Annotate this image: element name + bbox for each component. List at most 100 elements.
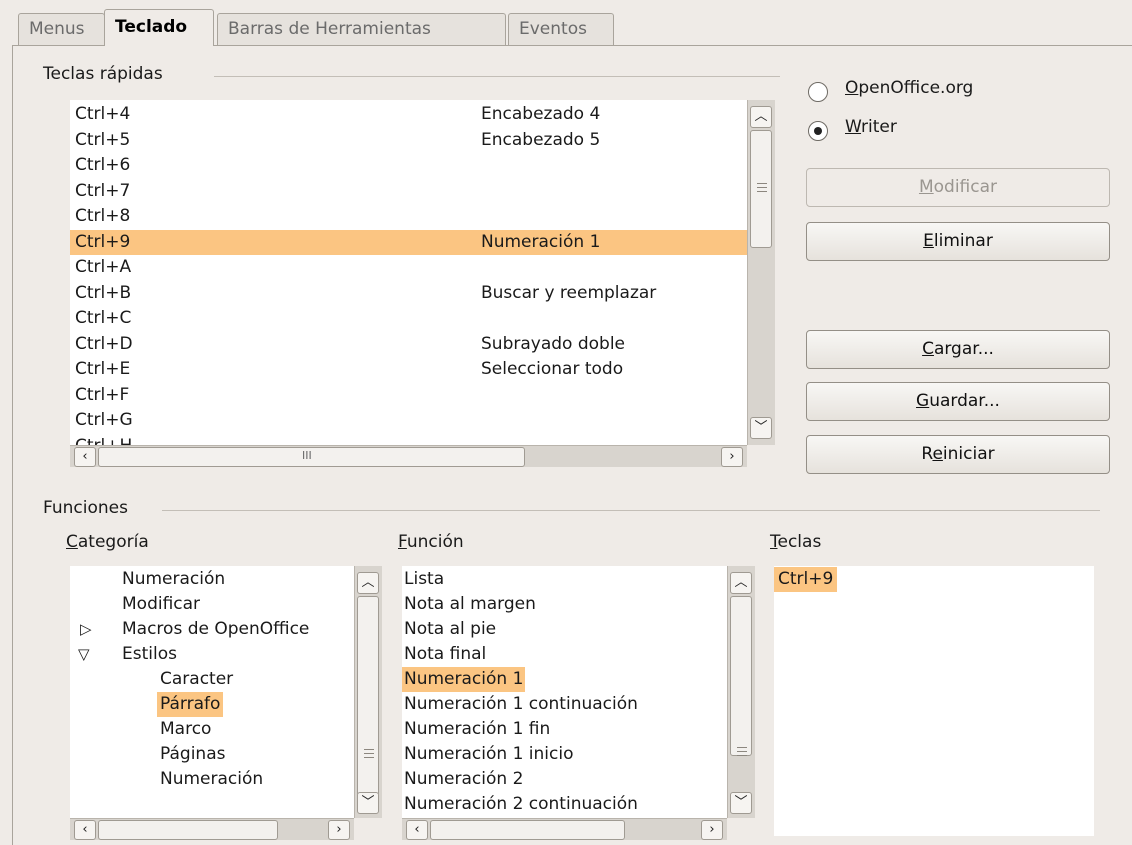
scroll-right-button[interactable]: › [328,820,350,840]
openoffice-radio[interactable] [808,82,828,102]
openoffice-radio-label[interactable]: OpenOffice.org [845,78,973,98]
separator [214,76,780,77]
function-name: Numeración 1 inicio [404,744,574,764]
shortcut-row[interactable]: Ctrl+E Seleccionar todo [70,357,775,382]
function-list-item[interactable]: Lista [402,567,727,592]
scroll-right-button[interactable]: › [721,447,743,467]
collapse-arrow-icon[interactable]: ▽ [78,642,90,667]
shortcut-row[interactable]: Ctrl+A [70,255,775,280]
function-list-item[interactable]: Numeración 1 continuación [402,692,727,717]
tree-item[interactable]: Numeración [70,767,354,792]
scroll-down-button[interactable]: ﹀ [357,792,379,814]
writer-radio-label[interactable]: Writer [845,117,897,137]
function-list-item[interactable]: Numeración 2 continuación [402,792,727,817]
scroll-left-button[interactable]: ‹ [74,820,96,840]
hscroll-thumb[interactable]: III [98,447,525,467]
scroll-thumb[interactable] [357,596,379,796]
function-list-item[interactable]: Nota al margen [402,592,727,617]
shortcut-key: Ctrl+B [75,282,132,303]
shortcut-key: Ctrl+F [75,384,130,405]
hscroll-thumb[interactable] [430,820,625,840]
tree-item[interactable]: Numeración [70,567,354,592]
hscroll-thumb[interactable] [98,820,278,840]
tab-barras-de-herramientas[interactable]: Barras de Herramientas [217,13,506,45]
function-vscrollbar[interactable]: ︿ ﹀ [727,566,755,818]
functions-label: Funciones [43,498,128,518]
keys-label: Teclas [770,532,822,552]
tree-item[interactable]: Páginas [70,742,354,767]
shortcut-row[interactable]: Ctrl+H [70,434,775,446]
guardar-button[interactable]: Guardar... [806,382,1110,421]
tree-item[interactable]: Párrafo [70,692,354,717]
scroll-left-button[interactable]: ‹ [406,820,428,840]
function-name: Nota al margen [404,594,536,614]
scroll-down-button[interactable]: ﹀ [750,417,772,439]
shortcut-row[interactable]: Ctrl+8 [70,204,775,229]
tree-item[interactable]: Marco [70,717,354,742]
shortcut-key: Ctrl+H [75,434,132,446]
scroll-up-button[interactable]: ︿ [357,572,379,594]
shortcut-list-vscrollbar[interactable]: ︿ ﹀ [747,100,775,445]
function-list-item[interactable]: Numeración 1 fin [402,717,727,742]
function-list-item[interactable]: Numeración 1 [402,667,727,692]
shortcut-function: Numeración 1 [481,231,601,252]
reiniciar-button[interactable]: Reiniciar [806,435,1110,474]
function-list-item[interactable]: Nota al pie [402,617,727,642]
writer-radio[interactable] [808,121,828,141]
function-list-item[interactable]: Nota final [402,642,727,667]
scroll-up-button[interactable]: ︿ [750,106,772,128]
category-tree[interactable]: Numeración Modificar ▷ Macros de OpenOffi… [70,566,354,818]
scroll-left-button[interactable]: ‹ [74,447,96,467]
category-vscrollbar[interactable]: ︿ ﹀ [354,566,382,818]
shortcut-row[interactable]: Ctrl+B Buscar y reemplazar [70,281,775,306]
shortcut-row[interactable]: Ctrl+7 [70,179,775,204]
function-name: Numeración 1 fin [404,719,551,739]
shortcut-keys-list[interactable]: Ctrl+4 Encabezado 4 Ctrl+5 Encabezado 5 Ctrl… [70,100,775,445]
list-item[interactable]: Ctrl+9 [774,567,1094,592]
function-name: Numeración 1 continuación [404,694,638,714]
shortcut-row[interactable]: Ctrl+F [70,383,775,408]
function-name: Nota final [404,644,487,664]
function-list-item[interactable]: Numeración 2 [402,767,727,792]
scroll-thumb[interactable] [750,130,772,248]
shortcut-keys-label: Teclas rápidas [43,64,163,84]
modificar-button[interactable]: Modificar [806,168,1110,207]
scroll-thumb[interactable] [730,596,752,756]
function-list-item[interactable]: Numeración 1 inicio [402,742,727,767]
tab-eventos[interactable]: Eventos [508,13,614,45]
category-hscrollbar[interactable]: ‹ › [70,818,354,840]
keys-list[interactable]: Ctrl+9 [774,566,1094,836]
shortcut-row[interactable]: Ctrl+9 Numeración 1 [70,229,775,255]
tree-item[interactable]: Caracter [70,667,354,692]
tab-menus[interactable]: Menus [18,13,105,45]
shortcut-row[interactable]: Ctrl+G [70,408,775,433]
function-label: Función [398,532,464,552]
shortcut-function: Buscar y reemplazar [481,282,657,303]
shortcut-key: Ctrl+C [75,308,132,328]
shortcut-key: Ctrl+9 [75,231,131,252]
tree-item[interactable]: ▷ Macros de OpenOffice [70,617,354,642]
shortcut-row[interactable]: Ctrl+D Subrayado doble [70,332,775,357]
tree-item[interactable]: ▽ Estilos [70,642,354,667]
shortcut-key: Ctrl+D [75,333,133,354]
shortcut-row[interactable]: Ctrl+6 [70,153,775,178]
function-name: Numeración 2 continuación [404,794,638,814]
tree-item[interactable]: Modificar [70,592,354,617]
shortcut-function: Encabezado 4 [481,104,601,124]
shortcut-list-hscrollbar[interactable]: ‹ III › [70,445,747,467]
scroll-down-button[interactable]: ﹀ [730,792,752,814]
scroll-up-button[interactable]: ︿ [730,572,752,594]
function-name: Numeración 2 [404,769,524,789]
scroll-right-button[interactable]: › [701,820,723,840]
shortcut-key: Ctrl+7 [75,180,131,201]
expand-arrow-icon[interactable]: ▷ [80,617,92,642]
function-list[interactable]: Lista Nota al margen Nota al pie Nota final… [402,566,727,818]
shortcut-row[interactable]: Ctrl+4 Encabezado 4 [70,102,775,127]
function-hscrollbar[interactable]: ‹ › [402,818,727,840]
shortcut-row[interactable]: Ctrl+5 Encabezado 5 [70,128,775,153]
eliminar-button[interactable]: Eliminar [806,222,1110,261]
tab-teclado[interactable]: Teclado [104,9,214,46]
cargar-button[interactable]: Cargar... [806,330,1110,369]
shortcut-row[interactable]: Ctrl+C [70,306,775,331]
shortcut-key: Ctrl+4 [75,104,131,124]
